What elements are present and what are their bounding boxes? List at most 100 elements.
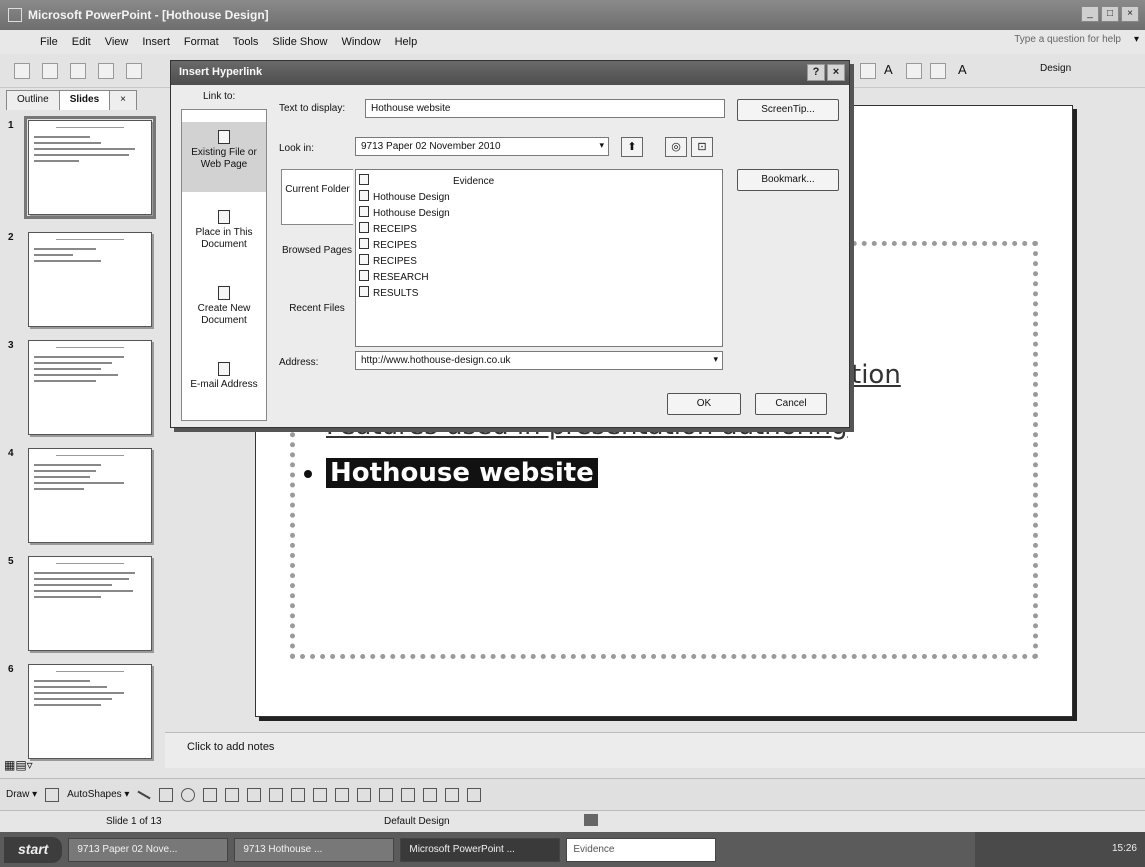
file-item[interactable]: Evidence	[359, 174, 494, 187]
look-in-dropdown[interactable]: 9713 Paper 02 November 2010 ▾	[355, 137, 609, 156]
file-item[interactable]: RESULTS	[359, 286, 418, 299]
file-item[interactable]: RECEIPS	[359, 222, 417, 235]
fill-color-icon[interactable]	[313, 787, 328, 802]
line-style-icon[interactable]	[379, 787, 394, 802]
font-color-icon[interactable]: A	[958, 62, 967, 77]
email-icon[interactable]	[126, 63, 142, 79]
slide-number: 5	[8, 556, 14, 567]
file-item[interactable]: RECIPES	[359, 238, 417, 251]
link-to-existing-file[interactable]: Existing File or Web Page	[182, 122, 266, 192]
dialog-close-button[interactable]: ×	[827, 64, 845, 81]
bullet-partial-text[interactable]: tion	[851, 360, 901, 390]
taskbar-item-active[interactable]: Microsoft PowerPoint ...	[400, 837, 561, 862]
close-button[interactable]: ×	[1121, 6, 1139, 22]
link-to-label-text: Place in This Document	[195, 227, 253, 250]
link-to-email-address[interactable]: E-mail Address	[182, 354, 266, 414]
textbox-icon[interactable]	[203, 787, 218, 802]
chevron-down-icon[interactable]: ▾	[599, 140, 604, 151]
menu-window[interactable]: Window	[341, 36, 380, 48]
new-document-icon	[218, 286, 230, 300]
notes-placeholder[interactable]: Click to add notes	[187, 741, 274, 753]
tab-current-folder[interactable]: Current Folder	[281, 169, 353, 225]
pane-close-button[interactable]: ×	[109, 90, 137, 110]
file-item[interactable]: RECIPES	[359, 254, 417, 267]
design-button[interactable]: Design	[1040, 63, 1071, 74]
address-input[interactable]: http://www.hothouse-design.co.uk ▾	[355, 351, 723, 370]
line-color-icon[interactable]	[335, 787, 350, 802]
menu-slide-show[interactable]: Slide Show	[272, 36, 327, 48]
draw-menu-button[interactable]: Draw ▾	[6, 789, 37, 800]
taskbar-item[interactable]: 9713 Paper 02 Nove...	[68, 837, 229, 862]
dialog-help-button[interactable]: ?	[807, 64, 825, 81]
link-to-bar: Existing File or Web Page Place in This …	[181, 109, 267, 421]
menu-help[interactable]: Help	[395, 36, 418, 48]
font-size-icon[interactable]: A	[884, 62, 893, 77]
layout-icon[interactable]	[860, 63, 876, 79]
web-page-icon	[218, 130, 230, 144]
minimize-button[interactable]: _	[1081, 6, 1099, 22]
tab-slides[interactable]: Slides	[58, 90, 111, 110]
bullet-item-selected[interactable]: Hothouse website	[304, 458, 598, 488]
browse-file-icon[interactable]: ⊡	[691, 137, 713, 157]
diagram-icon[interactable]	[247, 787, 262, 802]
permission-icon[interactable]	[98, 63, 114, 79]
slide-thumbnail[interactable]	[28, 232, 152, 327]
help-question-box[interactable]: Type a question for help	[1014, 34, 1121, 45]
slide-thumbnail[interactable]	[28, 448, 152, 543]
menu-file[interactable]: File	[40, 36, 58, 48]
notes-pane[interactable]: Click to add notes	[165, 732, 1145, 768]
taskbar-item[interactable]: Evidence	[566, 837, 717, 862]
link-to-new-document[interactable]: Create New Document	[182, 278, 266, 344]
shadow-icon[interactable]	[445, 787, 460, 802]
file-item[interactable]: Hothouse Design	[359, 206, 450, 219]
slide-thumbnail[interactable]	[28, 340, 152, 435]
autoshapes-button[interactable]: AutoShapes ▾	[67, 789, 129, 800]
open-icon[interactable]	[42, 63, 58, 79]
wordart-icon[interactable]	[225, 787, 240, 802]
clipart-icon[interactable]	[269, 787, 284, 802]
browse-web-icon[interactable]: ◎	[665, 137, 687, 157]
file-item[interactable]: Hothouse Design	[359, 190, 450, 203]
indent-icon[interactable]	[930, 63, 946, 79]
arrow-style-icon[interactable]	[423, 787, 438, 802]
select-objects-icon[interactable]	[45, 787, 60, 802]
view-buttons[interactable]: ▦▤▿	[4, 758, 33, 772]
tab-recent-files[interactable]: Recent Files	[281, 291, 353, 343]
rectangle-icon[interactable]	[159, 787, 174, 802]
menu-view[interactable]: View	[105, 36, 129, 48]
font-color-icon[interactable]	[357, 787, 372, 802]
tab-browsed-pages[interactable]: Browsed Pages	[281, 231, 353, 285]
start-button[interactable]: start	[4, 836, 63, 863]
help-close-arrow[interactable]: ▾	[1134, 34, 1139, 45]
link-to-place-in-document[interactable]: Place in This Document	[182, 202, 266, 268]
taskbar-item[interactable]: 9713 Hothouse ...	[234, 837, 395, 862]
new-icon[interactable]	[14, 63, 30, 79]
line-icon[interactable]	[137, 790, 151, 799]
3d-style-icon[interactable]	[467, 787, 482, 802]
tab-outline[interactable]: Outline	[6, 90, 60, 110]
chevron-down-icon[interactable]: ▾	[713, 354, 718, 365]
menu-insert[interactable]: Insert	[142, 36, 170, 48]
slide-thumbnail[interactable]	[28, 556, 152, 651]
bullets-icon[interactable]	[906, 63, 922, 79]
selected-bullet-text[interactable]: Hothouse website	[326, 458, 598, 488]
up-folder-icon[interactable]: ⬆	[621, 137, 643, 157]
bookmark-button[interactable]: Bookmark...	[737, 169, 839, 191]
spelling-status-icon[interactable]	[584, 814, 598, 826]
screentip-button[interactable]: ScreenTip...	[737, 99, 839, 121]
dash-style-icon[interactable]	[401, 787, 416, 802]
menu-edit[interactable]: Edit	[72, 36, 91, 48]
link-to-label-text: Create New Document	[197, 303, 251, 326]
picture-icon[interactable]	[291, 787, 306, 802]
ok-button[interactable]: OK	[667, 393, 741, 415]
menu-tools[interactable]: Tools	[233, 36, 259, 48]
text-to-display-input[interactable]: Hothouse website	[365, 99, 725, 118]
slide-thumbnail[interactable]	[28, 664, 152, 759]
menu-format[interactable]: Format	[184, 36, 219, 48]
cancel-button[interactable]: Cancel	[755, 393, 827, 415]
restore-button[interactable]: □	[1101, 6, 1119, 22]
oval-icon[interactable]	[181, 787, 196, 802]
save-icon[interactable]	[70, 63, 86, 79]
slide-thumbnail[interactable]	[24, 116, 156, 219]
file-item[interactable]: RESEARCH	[359, 270, 429, 283]
